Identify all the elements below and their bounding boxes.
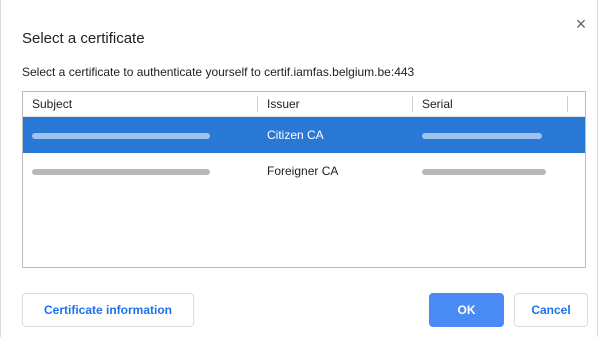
- cancel-button[interactable]: Cancel: [514, 293, 588, 327]
- certificate-information-button[interactable]: Certificate information: [22, 293, 194, 327]
- redacted-subject: [32, 168, 210, 175]
- column-header-subject[interactable]: Subject: [23, 92, 258, 116]
- close-icon[interactable]: ×: [573, 15, 589, 33]
- table-header: Subject Issuer Serial: [23, 92, 585, 117]
- subject-cell: [23, 128, 258, 142]
- dialog-title: Select a certificate: [22, 30, 145, 47]
- subject-cell: [23, 164, 258, 178]
- dialog-subtitle: Select a certificate to authenticate you…: [22, 65, 415, 79]
- table-row[interactable]: Citizen CA: [23, 117, 585, 153]
- redacted-serial: [422, 132, 542, 139]
- ok-button[interactable]: OK: [429, 293, 504, 327]
- issuer-cell: Foreigner CA: [267, 164, 339, 178]
- issuer-cell: Citizen CA: [267, 128, 324, 142]
- certificate-table: Subject Issuer Serial Citizen CA Foreign…: [22, 91, 586, 268]
- serial-cell: [413, 128, 568, 142]
- column-header-issuer[interactable]: Issuer: [258, 92, 413, 116]
- certificate-dialog: × Select a certificate Select a certific…: [0, 0, 598, 337]
- serial-cell: [413, 164, 568, 178]
- redacted-subject: [32, 132, 210, 139]
- column-header-serial[interactable]: Serial: [413, 92, 568, 116]
- table-row[interactable]: Foreigner CA: [23, 153, 585, 189]
- redacted-serial: [422, 168, 546, 175]
